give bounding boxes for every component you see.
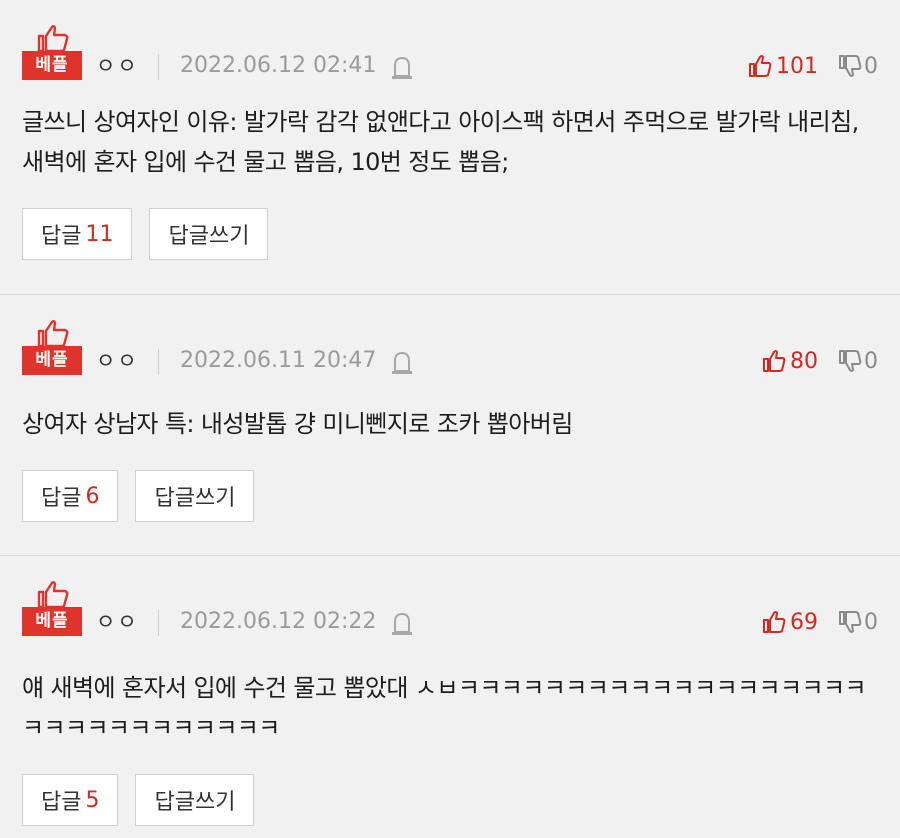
comment-meta: 베플 ㅇㅇ 2022.06.12 02:41 101 0	[22, 24, 878, 82]
upvote-button[interactable]: 101	[748, 52, 818, 80]
divider	[158, 349, 159, 375]
write-reply-button[interactable]: 답글쓰기	[135, 470, 255, 522]
reply-count: 5	[85, 787, 100, 813]
comment-actions: 답글 5 답글쓰기	[22, 774, 255, 826]
timestamp: 2022.06.12 02:22	[180, 609, 377, 634]
best-comment-badge: 베플	[22, 319, 82, 377]
upvote-count: 69	[790, 609, 818, 635]
write-reply-button[interactable]: 답글쓰기	[135, 774, 255, 826]
upvote-count: 80	[790, 348, 818, 374]
thumbs-up-icon	[763, 350, 786, 372]
thumbs-down-icon	[839, 611, 862, 633]
downvote-count: 0	[864, 348, 878, 374]
thumbs-up-icon	[763, 611, 786, 633]
comment-item: 베플 ㅇㅇ 2022.06.12 02:41 101 0 글쓰니 상여자인 이유…	[0, 0, 900, 295]
reply-count: 11	[85, 221, 114, 247]
downvote-button[interactable]: 0	[838, 608, 878, 636]
reply-label: 답글	[41, 224, 82, 249]
siren-icon[interactable]	[390, 54, 414, 80]
comment-actions: 답글 11 답글쓰기	[22, 208, 269, 260]
upvote-button[interactable]: 80	[762, 347, 818, 375]
downvote-button[interactable]: 0	[838, 52, 878, 80]
comment-text: 글쓰니 상여자인 이유: 발가락 감각 없앤다고 아이스팩 하면서 주먹으로 발…	[22, 108, 859, 176]
upvote-count: 101	[776, 53, 818, 79]
divider	[158, 54, 159, 80]
siren-icon[interactable]	[390, 349, 414, 375]
best-comment-badge: 베플	[22, 580, 82, 638]
thumbs-down-icon	[839, 55, 862, 77]
comment-meta: 베플 ㅇㅇ 2022.06.11 20:47 80 0	[22, 319, 878, 377]
best-comment-badge: 베플	[22, 24, 82, 82]
reply-button[interactable]: 답글 5	[22, 774, 119, 826]
downvote-button[interactable]: 0	[838, 347, 878, 375]
comment-meta: 베플 ㅇㅇ 2022.06.12 02:22 69 0	[22, 580, 878, 638]
downvote-count: 0	[864, 609, 878, 635]
reply-button[interactable]: 답글 11	[22, 208, 133, 260]
comment-actions: 답글 6 답글쓰기	[22, 470, 255, 522]
nickname[interactable]: ㅇㅇ	[96, 610, 139, 634]
reply-button[interactable]: 답글 6	[22, 470, 119, 522]
thumbs-up-icon	[37, 320, 69, 347]
best-badge-label: 베플	[22, 51, 82, 80]
nickname[interactable]: ㅇㅇ	[96, 54, 139, 78]
write-reply-button[interactable]: 답글쓰기	[149, 208, 269, 260]
downvote-count: 0	[864, 53, 878, 79]
reply-label: 답글	[41, 486, 82, 511]
reply-count: 6	[85, 483, 100, 509]
best-badge-label: 베플	[22, 607, 82, 636]
thumbs-up-icon	[37, 581, 69, 608]
upvote-button[interactable]: 69	[762, 608, 818, 636]
best-badge-label: 베플	[22, 346, 82, 375]
divider	[158, 610, 159, 636]
thumbs-down-icon	[839, 350, 862, 372]
nickname[interactable]: ㅇㅇ	[96, 349, 139, 373]
reply-label: 답글	[41, 790, 82, 815]
siren-icon[interactable]	[390, 610, 414, 636]
timestamp: 2022.06.11 20:47	[180, 348, 377, 373]
thumbs-up-icon	[37, 25, 69, 52]
thumbs-up-icon	[749, 55, 772, 77]
timestamp: 2022.06.12 02:41	[180, 53, 377, 78]
comment-text: 얘 새벽에 혼자서 입에 수건 물고 뽑았대 ㅅㅂㅋㅋㅋㅋㅋㅋㅋㅋㅋㅋㅋㅋㅋㅋㅋ…	[22, 674, 867, 742]
comment-text: 상여자 상남자 특: 내성발톱 걍 미니뻰지로 조카 뽑아버림	[22, 410, 573, 438]
